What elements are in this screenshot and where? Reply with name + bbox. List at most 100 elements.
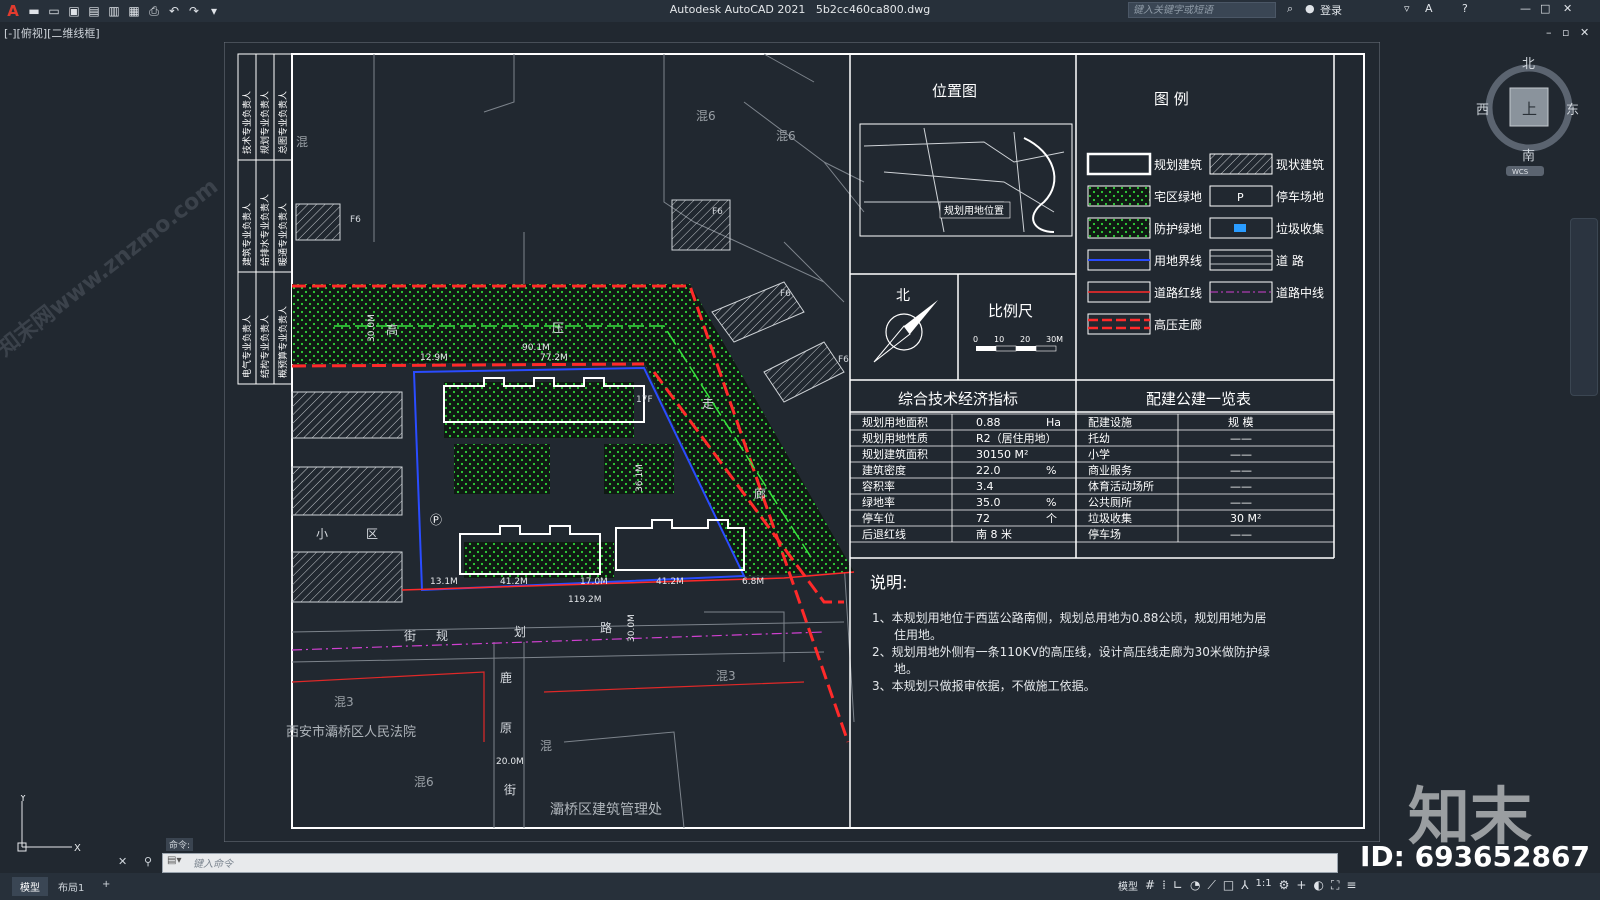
help-search-input[interactable]: 键入关键字或短语	[1128, 2, 1276, 18]
plus-icon[interactable]: +	[1296, 878, 1306, 893]
doc-close-icon[interactable]: ✕	[1580, 26, 1589, 39]
eco-row-value: 0.88	[976, 416, 1001, 429]
legend-item-label: 规划建筑	[1154, 157, 1202, 172]
help-icon[interactable]: ?	[1462, 2, 1468, 15]
svg-text:鹿: 鹿	[500, 670, 512, 685]
search-icon[interactable]: ⌕	[1287, 2, 1293, 16]
doc-restore-icon[interactable]: ▫	[1562, 26, 1569, 39]
svg-text:东: 东	[1566, 103, 1579, 118]
svg-text:F6: F6	[780, 289, 791, 299]
legend-title: 图 例	[1154, 90, 1189, 108]
command-close-icon[interactable]: ✕	[118, 855, 127, 868]
tab-layout1[interactable]: 布局1	[50, 877, 92, 896]
command-input[interactable]: 键入命令	[193, 855, 233, 870]
open-file-icon[interactable]: ▭	[46, 3, 62, 19]
eco-row-name: 停车位	[862, 511, 895, 525]
legend-item-label: 停车场地	[1276, 189, 1324, 204]
publish-icon[interactable]: ▥	[106, 3, 122, 19]
eco-row-unit: %	[1046, 464, 1056, 477]
command-line[interactable]: ▤▾ 键入命令	[162, 853, 1338, 873]
svg-text:街: 街	[404, 629, 416, 643]
pub-row-value: ——	[1230, 496, 1252, 509]
osnap-icon[interactable]: □	[1223, 878, 1234, 893]
quick-access-toolbar: A ▬ ▭ ▣ ▤ ▥ ▦ ⎙ ↶ ↷ ▾	[4, 2, 222, 20]
pub-row-name: 公共厕所	[1088, 496, 1132, 509]
tab-add[interactable]: +	[94, 877, 118, 892]
command-customize-icon[interactable]: ⚲	[144, 855, 152, 868]
note-line: 3、本规划只做报审依据，不做施工依据。	[872, 678, 1096, 693]
model-space-button[interactable]: 模型	[1118, 878, 1138, 893]
legend-item: 高压走廊	[1087, 313, 1202, 335]
viewcube[interactable]: 上 北 南 西 东 WCS	[1476, 56, 1582, 176]
svg-text:上: 上	[1522, 100, 1537, 118]
eco-row-name: 建筑密度	[862, 463, 906, 477]
status-toggles: 模型 # ⁞ ∟ ◔ ⟋ □ ⅄ 1:1 ⚙ + ◐ ⛶ ≡	[1118, 878, 1356, 893]
doc-minimize-icon[interactable]: –	[1546, 26, 1552, 39]
save-icon[interactable]: ▣	[66, 3, 82, 19]
svg-text:小: 小	[316, 527, 328, 541]
isodraft-icon[interactable]: ⟋	[1207, 878, 1215, 893]
redo-icon[interactable]: ↷	[186, 3, 202, 19]
annotation-icon[interactable]: ⅄	[1241, 878, 1248, 893]
svg-text:街: 街	[504, 783, 516, 797]
close-icon[interactable]: ✕	[1563, 2, 1572, 15]
svg-text:混: 混	[296, 135, 308, 149]
settings-gear-icon[interactable]: ⚙	[1279, 878, 1290, 893]
location-map-label: 规划用地位置	[944, 204, 1004, 217]
plot-icon[interactable]: ▦	[126, 3, 142, 19]
window-title: Autodesk AutoCAD 2021 5b2cc460ca800.dwg	[669, 3, 931, 16]
strip-label: 结构专业负责人	[259, 315, 271, 378]
svg-text:混3: 混3	[716, 669, 736, 683]
new-file-icon[interactable]: ▬	[26, 3, 42, 19]
site-watermark: 知末网www.znzmo.com	[0, 174, 224, 362]
pub-row-value: ——	[1230, 464, 1252, 477]
snap-icon[interactable]: ⁞	[1162, 878, 1166, 893]
svg-text:6.8M: 6.8M	[742, 577, 764, 587]
legend-item: 道路红线	[1087, 281, 1202, 303]
strip-label: 规划专业负责人	[259, 91, 271, 154]
viewport-controls-label[interactable]: [-][俯视][二维线框]	[4, 25, 100, 41]
customize-menu-icon[interactable]: ≡	[1346, 878, 1356, 893]
isolate-icon[interactable]: ◐	[1313, 878, 1323, 893]
north-arrow-label: 北	[896, 288, 910, 304]
svg-text:区: 区	[366, 527, 378, 541]
svg-text:30.0M: 30.0M	[367, 314, 377, 342]
save-as-icon[interactable]: ▤	[86, 3, 102, 19]
command-icon[interactable]: ▤▾	[167, 855, 181, 866]
legend-item: 规划建筑	[1086, 152, 1202, 176]
public-facilities-title: 配建公建一览表	[1146, 390, 1251, 408]
scale-button[interactable]: 1:1	[1256, 878, 1272, 893]
maximize-icon[interactable]: □	[1540, 2, 1550, 15]
customize-dropdown-icon[interactable]: ▾	[206, 3, 222, 19]
ortho-icon[interactable]: ∟	[1173, 878, 1183, 893]
svg-text:规: 规	[436, 628, 448, 643]
minimize-icon[interactable]: —	[1520, 2, 1531, 15]
login-link[interactable]: 登录	[1320, 2, 1342, 18]
svg-text:36.1M: 36.1M	[635, 464, 645, 492]
svg-text:原: 原	[500, 721, 512, 735]
a360-icon[interactable]: A	[1425, 2, 1433, 15]
svg-text:北: 北	[1522, 57, 1535, 72]
grid-icon[interactable]: #	[1145, 878, 1155, 893]
svg-text:混6: 混6	[696, 109, 716, 123]
undo-icon[interactable]: ↶	[166, 3, 182, 19]
print-icon[interactable]: ⎙	[146, 3, 162, 19]
pub-row-name: 商业服务	[1088, 463, 1132, 477]
autocad-logo-icon[interactable]: A	[4, 2, 22, 20]
id-watermark: ID: 693652867	[1360, 840, 1590, 873]
pub-row-value: ——	[1230, 432, 1252, 445]
svg-text:119.2M: 119.2M	[568, 595, 602, 605]
pub-row-name: 垃圾收集	[1088, 511, 1132, 525]
cart-icon[interactable]: ▿	[1404, 2, 1410, 15]
drawing-sheet[interactable]: 高 压 走 廊 街 规 划 路 鹿 原 街 小 区 西安市灞桥区人民法院 灞桥区…	[224, 42, 1380, 842]
notes: 1、本规划用地位于西蓝公路南侧，规划总用地为0.88公顷，规划用地为居住用地。 2…	[872, 610, 1270, 693]
user-icon[interactable]: ●	[1305, 2, 1315, 15]
status-bar: 模型 布局1 + 模型 # ⁞ ∟ ◔ ⟋ □ ⅄ 1:1 ⚙ + ◐ ⛶ ≡	[0, 873, 1600, 900]
navigation-bar[interactable]	[1570, 218, 1598, 396]
svg-text:X: X	[74, 843, 81, 854]
eco-row-name: 规划用地性质	[862, 431, 928, 445]
polar-icon[interactable]: ◔	[1190, 878, 1200, 893]
svg-text:混3: 混3	[334, 695, 354, 709]
fullscreen-icon[interactable]: ⛶	[1331, 878, 1339, 893]
tab-model[interactable]: 模型	[12, 877, 48, 896]
